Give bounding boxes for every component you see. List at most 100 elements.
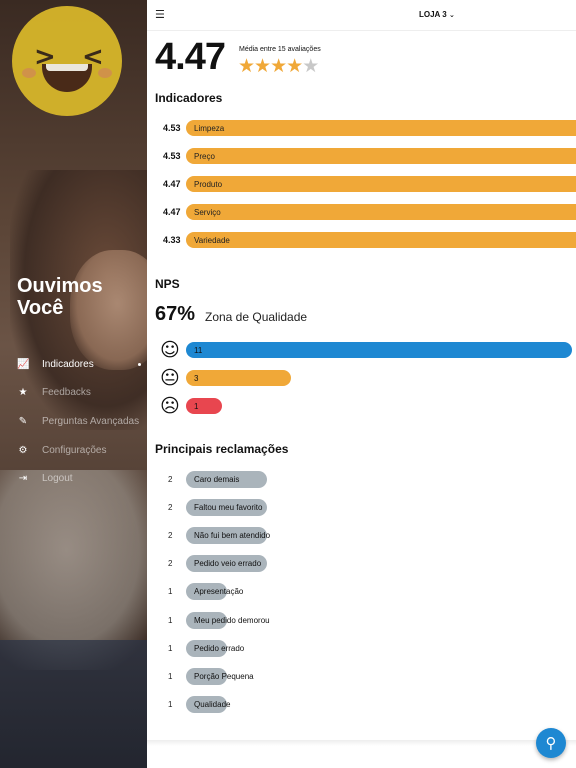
card-bottom-edge — [147, 740, 576, 746]
indicator-label: Produto — [194, 180, 223, 189]
indicator-row[interactable]: 4.47 Produto — [147, 176, 576, 192]
complaint-label: Qualidade — [194, 699, 231, 709]
nps-count: 11 — [194, 346, 203, 355]
indicator-bar — [186, 232, 576, 248]
brand-line-1: Ouvimos — [17, 275, 103, 297]
star-filled-icon: ★ — [238, 55, 255, 77]
sidebar-item-perguntas[interactable]: ✎ Perguntas Avançadas — [0, 407, 147, 436]
complaint-label: Meu pedido demorou — [194, 615, 270, 625]
overall-score: 4.47 — [155, 36, 226, 78]
sidebar-item-label: Configurações — [42, 444, 107, 456]
complaint-label: Porção Pequena — [194, 671, 254, 681]
complaint-row[interactable]: 1 Porção Pequena — [147, 667, 576, 685]
gear-icon: ⚙ — [18, 444, 28, 456]
indicator-row[interactable]: 4.53 Limpeza — [147, 120, 576, 136]
complaint-count: 1 — [168, 615, 173, 625]
indicator-row[interactable]: 4.47 Serviço — [147, 204, 576, 220]
complaint-label: Apresentação — [194, 587, 244, 597]
sidebar-item-label: Feedbacks — [42, 387, 91, 399]
complaint-label: Não fui bem atendido — [194, 531, 271, 541]
main-content: ☰ LOJA 3 ⌄ 4.47 Média entre 15 avaliaçõe… — [147, 0, 576, 768]
nps-zone-label: Zona de Qualidade — [205, 310, 308, 324]
complaint-row[interactable]: 2 Não fui bem atendido — [147, 527, 576, 545]
neutral-face-icon: 😐 — [160, 367, 180, 389]
nps-bar — [186, 370, 292, 386]
store-label: LOJA 3 — [419, 10, 447, 19]
background-photo-jeans — [0, 640, 147, 768]
indicator-label: Limpeza — [194, 124, 225, 133]
complaint-count: 2 — [168, 475, 173, 484]
indicator-bar — [186, 204, 576, 220]
indicator-row[interactable]: 4.53 Preço — [147, 148, 576, 164]
complaint-row[interactable]: 1 Meu pedido demorou — [147, 611, 576, 629]
indicators-title: Indicadores — [155, 91, 223, 105]
brand-line-2: Você — [17, 297, 64, 319]
chart-icon: 📈 — [17, 358, 30, 370]
complaint-row[interactable]: 1 Apresentação — [147, 583, 576, 601]
brand-title: Ouvimos Você — [17, 275, 103, 319]
happy-face-icon: ☺ — [160, 339, 180, 361]
star-filled-icon: ★ — [286, 55, 303, 77]
complaint-count: 2 — [168, 503, 173, 513]
nps-bar — [186, 342, 572, 358]
complaint-count: 2 — [168, 531, 173, 541]
complaint-count: 1 — [168, 643, 173, 653]
indicator-value: 4.33 — [163, 235, 181, 245]
complaint-count: 1 — [168, 699, 173, 709]
nps-bar — [186, 398, 222, 414]
sidebar-item-logout[interactable]: ⇥ Logout — [0, 464, 147, 493]
nps-row: 😐 3 — [147, 368, 576, 388]
sidebar-item-configurações[interactable]: ⚙ Configurações — [0, 436, 147, 465]
indicator-bar — [186, 176, 576, 192]
active-indicator-dot — [138, 362, 141, 366]
hamburger-menu-icon[interactable]: ☰ — [155, 8, 165, 21]
complaint-count: 1 — [168, 671, 173, 681]
indicator-bar — [186, 148, 576, 164]
sidebar-item-label: Logout — [42, 473, 73, 485]
sidebar-item-indicadores[interactable]: 📈 Indicadores — [0, 350, 147, 379]
star-empty-icon: ★ — [302, 55, 319, 77]
average-caption: Média entre 15 avaliações — [239, 46, 321, 53]
star-filled-icon: ★ — [254, 55, 271, 77]
indicator-label: Variedade — [194, 236, 230, 245]
filter-icon[interactable]: ⚲ — [536, 728, 566, 758]
store-selector[interactable]: LOJA 3 ⌄ — [419, 10, 455, 19]
sad-face-icon: ☹ — [160, 395, 180, 417]
complaint-row[interactable]: 2 Pedido veio errado — [147, 555, 576, 573]
complaint-count: 2 — [168, 559, 173, 569]
complaint-row[interactable]: 2 Caro demais — [147, 471, 576, 488]
edit-icon: ✎ — [18, 415, 28, 427]
indicator-value: 4.53 — [163, 123, 181, 133]
complaints-title: Principais reclamações — [155, 442, 289, 456]
star-filled-icon: ★ — [270, 55, 287, 77]
nps-count: 1 — [194, 402, 199, 411]
indicator-value: 4.47 — [163, 207, 181, 217]
star-icon: ★ — [18, 387, 28, 399]
nps-row: ☺ 11 — [147, 340, 576, 360]
complaint-count: 1 — [168, 587, 173, 597]
sidebar-menu: 📈 Indicadores ★ Feedbacks ✎ Perguntas Avançad… — [0, 350, 147, 493]
indicator-label: Preço — [194, 152, 215, 161]
top-bar: ☰ LOJA 3 ⌄ — [147, 0, 576, 31]
complaint-row[interactable]: 1 Qualidade — [147, 695, 576, 713]
complaint-label: Faltou meu favorito — [194, 503, 263, 513]
indicator-value: 4.47 — [163, 179, 181, 189]
nps-title: NPS — [155, 277, 180, 291]
nps-percent: 67% — [155, 303, 196, 325]
indicator-bar — [186, 120, 576, 136]
indicator-value: 4.53 — [163, 151, 181, 161]
sidebar-item-label: Indicadores — [42, 358, 94, 370]
complaint-label: Pedido errado — [194, 643, 245, 653]
complaint-label: Caro demais — [194, 475, 240, 484]
laughing-emoji-icon: > < — [12, 6, 122, 116]
complaint-row[interactable]: 2 Faltou meu favorito — [147, 499, 576, 517]
chevron-down-icon: ⌄ — [448, 11, 455, 19]
sidebar: > < Ouvimos Você 📈 Indicadores ★ Feedbacks ✎… — [0, 0, 147, 768]
star-rating: ★★★★★ — [238, 55, 319, 77]
nps-count: 3 — [194, 374, 199, 383]
complaint-label: Pedido veio errado — [194, 559, 262, 569]
sidebar-item-feedbacks[interactable]: ★ Feedbacks — [0, 379, 147, 408]
logout-icon: ⇥ — [18, 473, 28, 485]
complaint-row[interactable]: 1 Pedido errado — [147, 639, 576, 657]
indicator-row[interactable]: 4.33 Variedade — [147, 232, 576, 248]
